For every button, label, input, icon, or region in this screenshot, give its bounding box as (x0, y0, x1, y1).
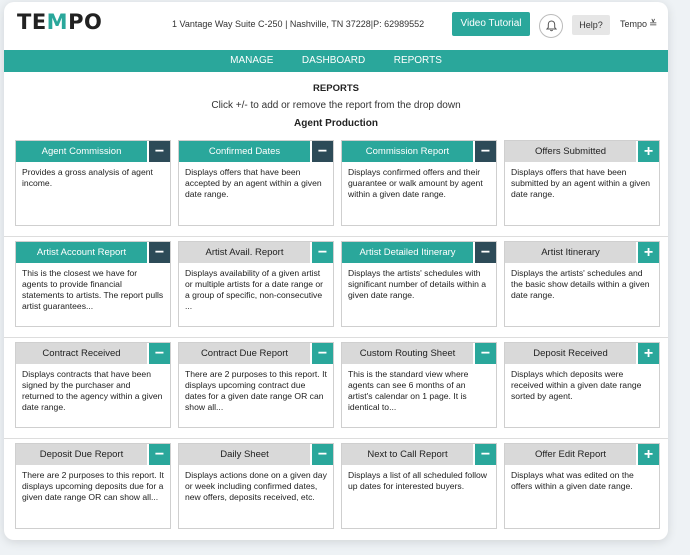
nav-manage[interactable]: MANAGE (230, 50, 273, 72)
double-chevron-down-icon: ≚ (649, 19, 658, 30)
remove-report-button[interactable]: − (473, 343, 496, 364)
report-card-header: Confirmed Dates − (179, 141, 333, 162)
report-card: Offer Edit Report + Displays what was edit… (504, 443, 660, 529)
report-title[interactable]: Offers Submitted (505, 141, 636, 162)
add-report-button[interactable]: + (636, 141, 659, 162)
report-title[interactable]: Agent Commission (16, 141, 147, 162)
help-button[interactable]: Help? (572, 15, 610, 35)
report-title[interactable]: Deposit Due Report (16, 444, 147, 465)
report-card: Contract Due Report − There are 2 purposes… (178, 342, 334, 428)
remove-report-button[interactable]: − (310, 343, 333, 364)
report-card-header: Artist Itinerary + (505, 242, 659, 263)
report-description: Displays the artists' schedules and the … (511, 268, 650, 300)
report-description: Displays availability of a given artist … (185, 268, 324, 311)
report-title[interactable]: Artist Detailed Itinerary (342, 242, 473, 263)
report-title[interactable]: Contract Due Report (179, 343, 310, 364)
report-description: This is the closest we have for agents t… (22, 268, 164, 311)
report-description: Displays actions done on a given day or … (185, 470, 327, 502)
report-card-header: Deposit Due Report − (16, 444, 170, 465)
report-title[interactable]: Commission Report (342, 141, 473, 162)
app-window: TEMPO 1 Vantage Way Suite C-250 | Nashvi… (4, 2, 668, 540)
remove-report-button[interactable]: − (147, 343, 170, 364)
report-card-header: Next to Call Report − (342, 444, 496, 465)
tempo-logo[interactable]: TEMPO (17, 10, 102, 34)
main-nav: MANAGE DASHBOARD REPORTS (4, 50, 668, 72)
user-name: Tempo (620, 19, 648, 29)
add-report-button[interactable]: + (636, 242, 659, 263)
remove-report-button[interactable]: − (310, 444, 333, 465)
user-menu[interactable]: Tempo ≚ (620, 19, 657, 30)
report-card: Next to Call Report − Displays a list of a… (341, 443, 497, 529)
report-card: Artist Detailed Itinerary − Displays the a… (341, 241, 497, 327)
report-description: Displays what was edited on the offers w… (511, 470, 634, 491)
report-title[interactable]: Contract Received (16, 343, 147, 364)
add-report-button[interactable]: + (636, 343, 659, 364)
report-card: Deposit Due Report − There are 2 purposes … (15, 443, 171, 529)
report-card: Agent Commission − Provides a gross analys… (15, 140, 171, 226)
bell-icon[interactable] (539, 14, 563, 38)
report-description: Displays which deposits were received wi… (511, 369, 642, 401)
report-description: This is the standard view where agents c… (348, 369, 469, 412)
report-title[interactable]: Artist Itinerary (505, 242, 636, 263)
remove-report-button[interactable]: − (147, 444, 170, 465)
report-description: There are 2 purposes to this report. It … (22, 470, 164, 502)
report-card-header: Artist Detailed Itinerary − (342, 242, 496, 263)
report-card-header: Contract Received − (16, 343, 170, 364)
report-title[interactable]: Artist Account Report (16, 242, 147, 263)
report-description: Displays the artists' schedules with sig… (348, 268, 487, 300)
page-instruction: Click +/- to add or remove the report fr… (211, 100, 461, 111)
report-title[interactable]: Next to Call Report (342, 444, 473, 465)
report-card: Artist Account Report − This is the closes… (15, 241, 171, 327)
report-card-header: Daily Sheet − (179, 444, 333, 465)
nav-dashboard[interactable]: DASHBOARD (302, 50, 365, 72)
remove-report-button[interactable]: − (310, 141, 333, 162)
report-card-header: Deposit Received + (505, 343, 659, 364)
remove-report-button[interactable]: − (473, 444, 496, 465)
report-card: Artist Avail. Report − Displays availabili… (178, 241, 334, 327)
report-card-header: Artist Avail. Report − (179, 242, 333, 263)
remove-report-button[interactable]: − (473, 242, 496, 263)
report-title[interactable]: Custom Routing Sheet (342, 343, 473, 364)
top-bar: TEMPO 1 Vantage Way Suite C-250 | Nashvi… (4, 2, 668, 46)
agency-address: 1 Vantage Way Suite C-250 | Nashville, T… (172, 19, 425, 29)
report-card: Commission Report − Displays confirmed off… (341, 140, 497, 226)
report-description: Displays offers that have been accepted … (185, 167, 322, 199)
report-title[interactable]: Offer Edit Report (505, 444, 636, 465)
page-title: REPORTS (313, 83, 359, 94)
report-title[interactable]: Daily Sheet (179, 444, 310, 465)
report-card: Confirmed Dates − Displays offers that hav… (178, 140, 334, 226)
report-title[interactable]: Artist Avail. Report (179, 242, 310, 263)
report-card-header: Commission Report − (342, 141, 496, 162)
section-title: Agent Production (294, 118, 378, 129)
remove-report-button[interactable]: − (310, 242, 333, 263)
report-description: Displays a list of all scheduled follow … (348, 470, 487, 491)
report-card: Offers Submitted + Displays offers that ha… (504, 140, 660, 226)
report-title[interactable]: Confirmed Dates (179, 141, 310, 162)
video-tutorial-button[interactable]: Video Tutorial (452, 12, 530, 36)
report-description: Displays offers that have been submitted… (511, 167, 651, 199)
add-report-button[interactable]: + (636, 444, 659, 465)
report-description: There are 2 purposes to this report. It … (185, 369, 327, 412)
report-card: Custom Routing Sheet − This is the standar… (341, 342, 497, 428)
report-card-header: Agent Commission − (16, 141, 170, 162)
report-card: Daily Sheet − Displays actions done on a g… (178, 443, 334, 529)
report-card-header: Artist Account Report − (16, 242, 170, 263)
report-description: Displays contracts that have been signed… (22, 369, 163, 412)
report-description: Provides a gross analysis of agent incom… (22, 167, 153, 188)
remove-report-button[interactable]: − (147, 141, 170, 162)
report-card-header: Offers Submitted + (505, 141, 659, 162)
report-card-header: Offer Edit Report + (505, 444, 659, 465)
report-card: Artist Itinerary + Displays the artists' s… (504, 241, 660, 327)
remove-report-button[interactable]: − (147, 242, 170, 263)
report-card: Deposit Received + Displays which deposits… (504, 342, 660, 428)
report-description: Displays confirmed offers and their guar… (348, 167, 483, 199)
report-title[interactable]: Deposit Received (505, 343, 636, 364)
remove-report-button[interactable]: − (473, 141, 496, 162)
report-card-header: Custom Routing Sheet − (342, 343, 496, 364)
nav-reports[interactable]: REPORTS (394, 50, 442, 72)
report-card: Contract Received − Displays contracts tha… (15, 342, 171, 428)
report-card-header: Contract Due Report − (179, 343, 333, 364)
